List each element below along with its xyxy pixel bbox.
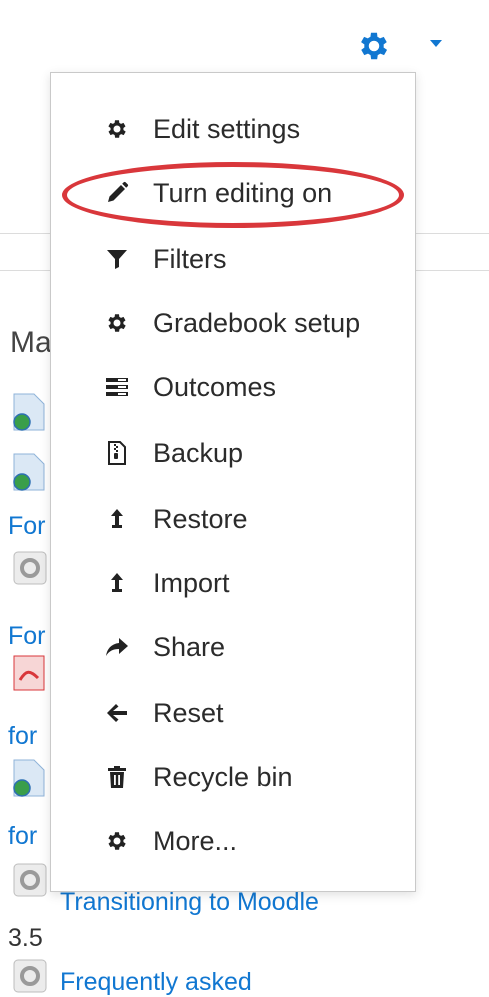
menu-item-share[interactable]: Share <box>51 619 415 675</box>
settings-file-icon[interactable] <box>10 956 50 996</box>
menu-item-backup[interactable]: Backup <box>51 425 415 481</box>
trash-icon <box>103 763 131 791</box>
course-admin-menu: Edit settings Turn editing on Filters Gr… <box>50 72 416 892</box>
menu-item-label: More... <box>153 825 238 856</box>
arrow-left-icon <box>103 699 131 727</box>
menu-item-label: Outcomes <box>153 371 277 402</box>
menu-item-label: Restore <box>153 503 248 534</box>
menu-item-import[interactable]: Import <box>51 555 415 611</box>
menu-item-label: Gradebook setup <box>153 307 361 338</box>
resource-link[interactable]: For <box>8 622 46 651</box>
level-up-icon <box>103 569 131 597</box>
resource-link-continued: 3.5 <box>8 924 43 952</box>
settings-file-icon[interactable] <box>10 548 50 588</box>
gear-icon <box>103 827 131 855</box>
web-page-icon[interactable] <box>10 392 50 432</box>
menu-item-label: Filters <box>153 243 227 274</box>
pencil-icon <box>103 179 131 207</box>
menu-item-reset[interactable]: Reset <box>51 685 415 741</box>
menu-item-label: Edit settings <box>153 113 301 144</box>
resource-link[interactable]: Transitioning to Moodle <box>60 888 319 917</box>
list-icon <box>103 373 131 401</box>
web-page-icon[interactable] <box>10 758 50 798</box>
menu-item-label: Backup <box>153 437 244 468</box>
file-archive-icon <box>103 439 131 467</box>
share-icon <box>103 633 131 661</box>
settings-file-icon[interactable] <box>10 860 50 900</box>
menu-item-restore[interactable]: Restore <box>51 491 415 547</box>
caret-down-icon[interactable] <box>430 40 442 47</box>
resource-link[interactable]: for <box>8 722 37 751</box>
resource-link[interactable]: for <box>8 822 37 851</box>
menu-item-edit-settings[interactable]: Edit settings <box>51 101 415 157</box>
menu-item-label: Reset <box>153 697 224 728</box>
pdf-icon[interactable] <box>10 652 50 692</box>
menu-item-outcomes[interactable]: Outcomes <box>51 359 415 415</box>
menu-item-gradebook-setup[interactable]: Gradebook setup <box>51 295 415 351</box>
gear-icon <box>103 115 131 143</box>
web-page-icon[interactable] <box>10 452 50 492</box>
filter-icon <box>103 245 131 273</box>
menu-item-recycle-bin[interactable]: Recycle bin <box>51 749 415 805</box>
menu-item-more[interactable]: More... <box>51 813 415 869</box>
menu-item-label: Share <box>153 631 226 662</box>
menu-item-label: Turn editing on <box>153 177 333 208</box>
section-title: Ma <box>10 326 52 359</box>
menu-item-label: Import <box>153 567 230 598</box>
resource-link[interactable]: Frequently asked <box>60 968 252 997</box>
resource-link[interactable]: For <box>8 512 46 541</box>
settings-gear-button[interactable] <box>352 26 396 66</box>
level-up-icon <box>103 505 131 533</box>
gear-icon <box>361 32 388 60</box>
menu-item-label: Recycle bin <box>153 761 293 792</box>
gear-icon <box>103 309 131 337</box>
menu-item-filters[interactable]: Filters <box>51 231 415 287</box>
menu-item-turn-editing-on[interactable]: Turn editing on <box>51 165 415 221</box>
